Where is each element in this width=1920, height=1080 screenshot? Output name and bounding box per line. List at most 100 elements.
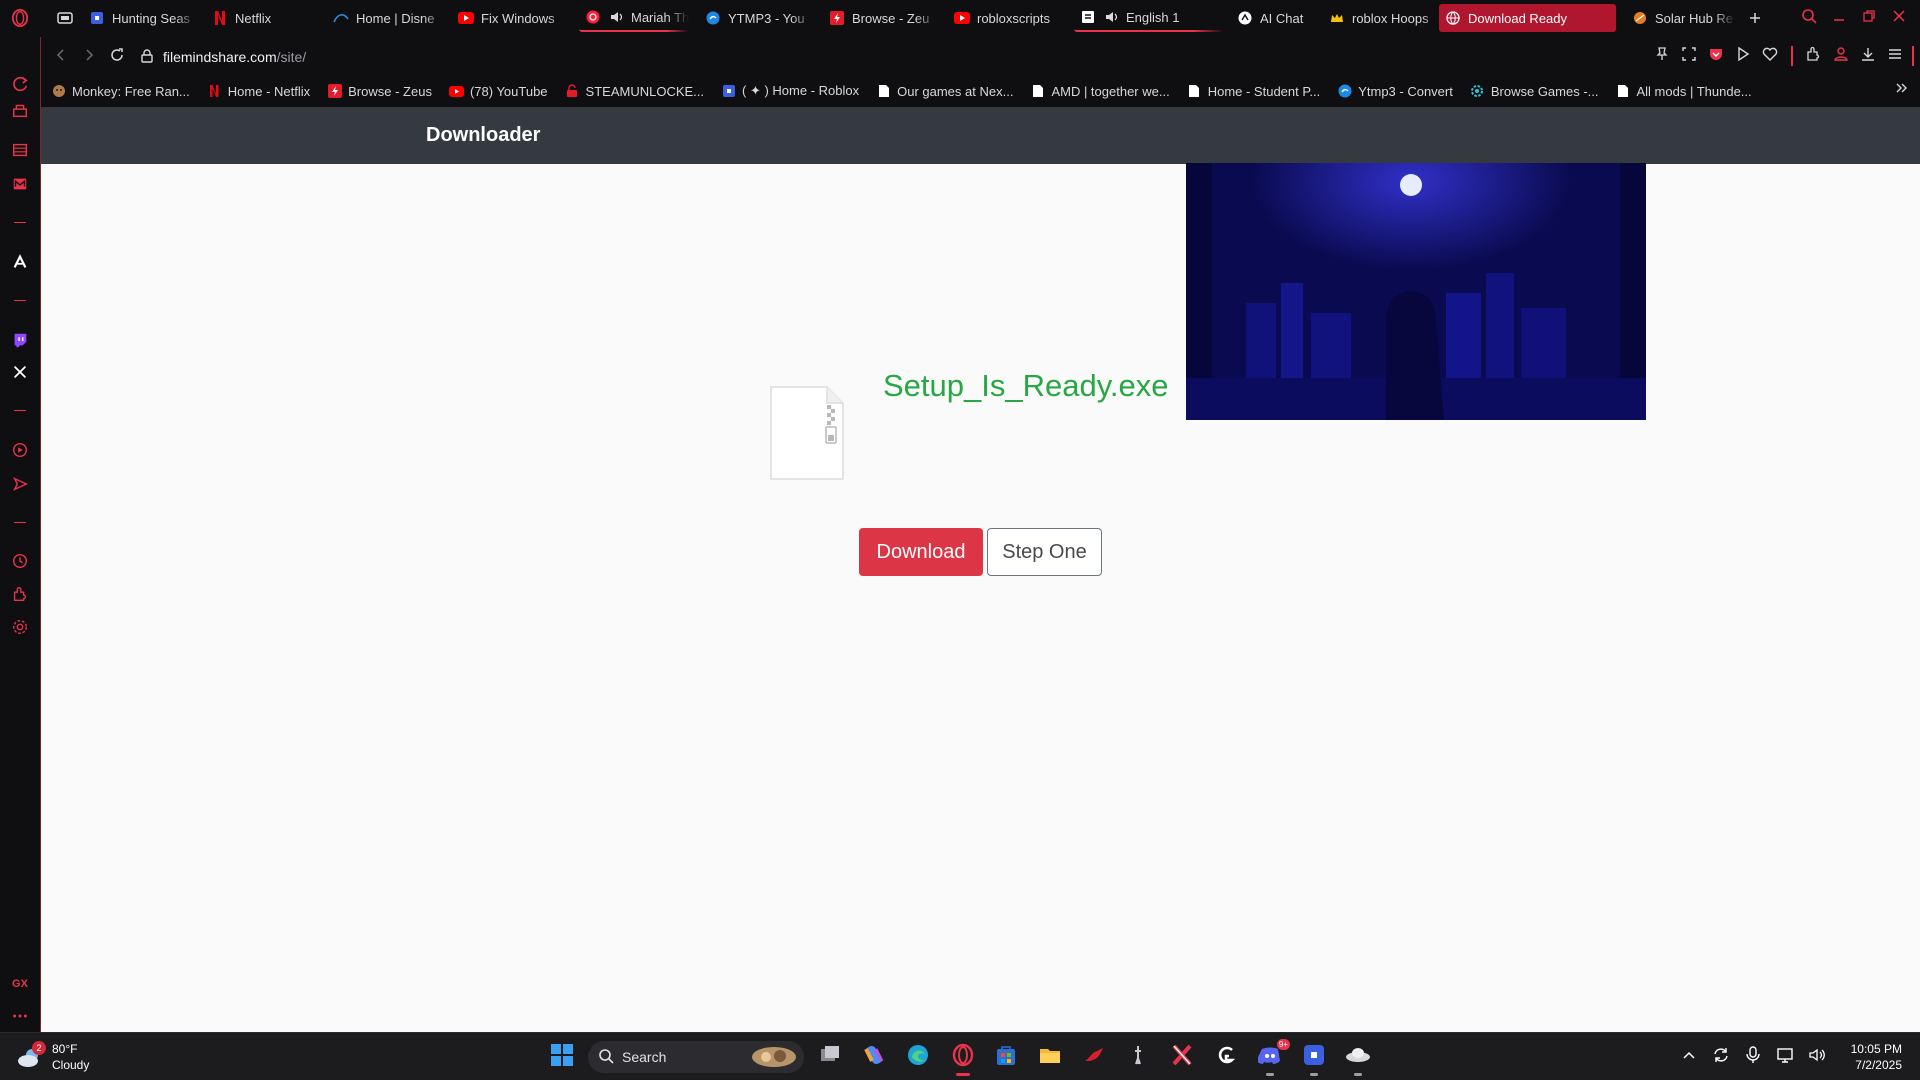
url-field[interactable]: filemindshare.com/site/ [141,48,306,66]
extensions-icon[interactable] [8,582,32,606]
lock-icon[interactable] [141,48,153,66]
volume-button[interactable] [1801,1041,1833,1073]
search-label: Search [622,1049,667,1065]
x-twitter-icon[interactable] [8,360,32,384]
app-button[interactable] [1122,1041,1154,1073]
sync-button[interactable] [1705,1041,1737,1073]
aria-icon[interactable] [8,250,32,274]
ufo-app-button[interactable] [1342,1041,1374,1076]
easy-setup-button[interactable] [1883,42,1907,70]
reload-button[interactable] [103,43,131,71]
store-button[interactable] [990,1041,1022,1073]
weather-widget[interactable]: 2 80°F Cloudy [16,1041,89,1073]
tab-netflix[interactable]: Netflix [206,4,306,32]
downloads-button[interactable] [1856,42,1880,70]
razer-button[interactable] [1078,1041,1110,1073]
gmail-icon[interactable] [8,172,32,196]
task-view-button[interactable] [814,1041,846,1073]
history-icon[interactable] [8,549,32,573]
step-one-button[interactable]: Step One [987,528,1102,576]
roblox-button[interactable] [1298,1041,1330,1076]
settings-gear-icon[interactable] [8,615,32,639]
tab-solar-hub[interactable]: Solar Hub Re [1626,4,1736,32]
player-button[interactable] [1731,42,1755,70]
site-title[interactable]: Downloader [426,124,540,147]
bookmark-roblox[interactable]: ( ✦ ) Home - Roblox [721,83,859,99]
gx-control-icon[interactable] [8,98,32,122]
twitch-like-icon[interactable] [8,138,32,162]
discord-button[interactable]: 9+ [1254,1039,1290,1076]
microsoft-store-icon [994,1043,1018,1072]
volume-icon [1808,1046,1826,1069]
tab-english-1[interactable]: English 1 [1074,4,1224,32]
bookmark-browse-games[interactable]: Browse Games -... [1470,84,1599,99]
bookmark-steamunlocked[interactable]: STEAMUNLOCKE... [565,84,704,99]
bookmark-monkey[interactable]: Monkey: Free Ran... [51,84,190,99]
file-explorer-button[interactable] [1034,1041,1066,1073]
edge-icon [906,1043,930,1072]
gx-corner-icon[interactable] [8,72,32,96]
bookmarks-overflow-button[interactable] [1894,81,1908,100]
download-button[interactable]: Download [859,528,983,576]
restore-button[interactable] [1854,4,1884,34]
workspaces-button[interactable] [51,4,81,32]
pocket-button[interactable] [1704,42,1728,70]
tab-hunting-season[interactable]: Hunting Seas [83,4,198,32]
tab-ytmp3[interactable]: YTMP3 - You [699,4,814,32]
tab-browse-zeus[interactable]: Browse - Zeu [823,4,938,32]
ufo-icon [1344,1043,1372,1072]
tab-mariah[interactable]: Mariah Th [579,4,689,32]
tab-roblox-hoops[interactable]: roblox Hoops [1323,4,1445,32]
favorite-button[interactable] [1758,42,1782,70]
tray-overflow-button[interactable] [1673,1041,1705,1073]
gx-label[interactable]: GX [8,972,32,996]
network-button[interactable] [1769,1041,1801,1073]
tab-fix-windows[interactable]: Fix Windows [452,4,572,32]
x-app-button[interactable] [1166,1041,1198,1073]
bookmark-zeus[interactable]: Browse - Zeus [327,84,432,99]
bookmark-youtube[interactable]: (78) YouTube [448,84,548,99]
forward-button[interactable] [75,43,103,71]
close-window-button[interactable] [1884,4,1914,34]
taskbar-search-box[interactable]: Search [588,1041,804,1073]
speaker-icon[interactable] [1103,9,1119,25]
minimize-button[interactable] [1824,4,1854,34]
clock[interactable]: 10:05 PM 7/2/2025 [1851,1041,1902,1073]
new-tab-button[interactable] [1741,4,1767,32]
bookmark-thunderstore[interactable]: All mods | Thunde... [1616,84,1752,99]
g-hub-button[interactable] [1210,1041,1242,1073]
g-logo-icon [1214,1043,1238,1072]
bookmark-student-portal[interactable]: Home - Student P... [1187,83,1321,99]
copilot-button[interactable] [858,1041,890,1073]
start-button[interactable] [546,1041,578,1073]
profile-button[interactable] [1829,42,1853,70]
speaker-icon[interactable] [608,9,624,25]
promo-image[interactable] [1186,163,1646,420]
pin-button[interactable] [1650,42,1674,70]
bookmark-label: Ytmp3 - Convert [1358,83,1453,99]
tab-disney[interactable]: Home | Disne [327,4,447,32]
opera-gx-button[interactable] [947,1041,979,1076]
bookmark-nex-games[interactable]: Our games at Nex... [876,84,1013,99]
extensions-button[interactable] [1802,42,1826,70]
player-icon[interactable] [8,438,32,462]
twitch-icon[interactable] [8,328,32,352]
bookmark-ytmp3[interactable]: Ytmp3 - Convert [1337,84,1453,99]
tab-download-ready[interactable]: Download Ready [1439,4,1616,32]
tab-label: English 1 [1126,9,1180,25]
more-dots-icon[interactable] [8,1004,32,1028]
tab-search-button[interactable] [1794,4,1824,34]
disney-icon [333,10,349,26]
snapshot-button[interactable] [1677,42,1701,70]
network-icon [1776,1046,1794,1069]
close-icon [1892,9,1906,28]
send-icon[interactable] [8,472,32,496]
bookmark-label: Home - Student P... [1207,83,1321,99]
bookmark-amd[interactable]: AMD | together we... [1030,84,1170,99]
microphone-button[interactable] [1737,1041,1769,1073]
opera-logo-icon[interactable] [8,6,32,30]
edge-button[interactable] [902,1041,934,1073]
tab-label: Browse - Zeu [852,10,930,26]
back-button[interactable] [47,43,75,71]
bookmark-netflix[interactable]: Home - Netflix [207,84,310,99]
